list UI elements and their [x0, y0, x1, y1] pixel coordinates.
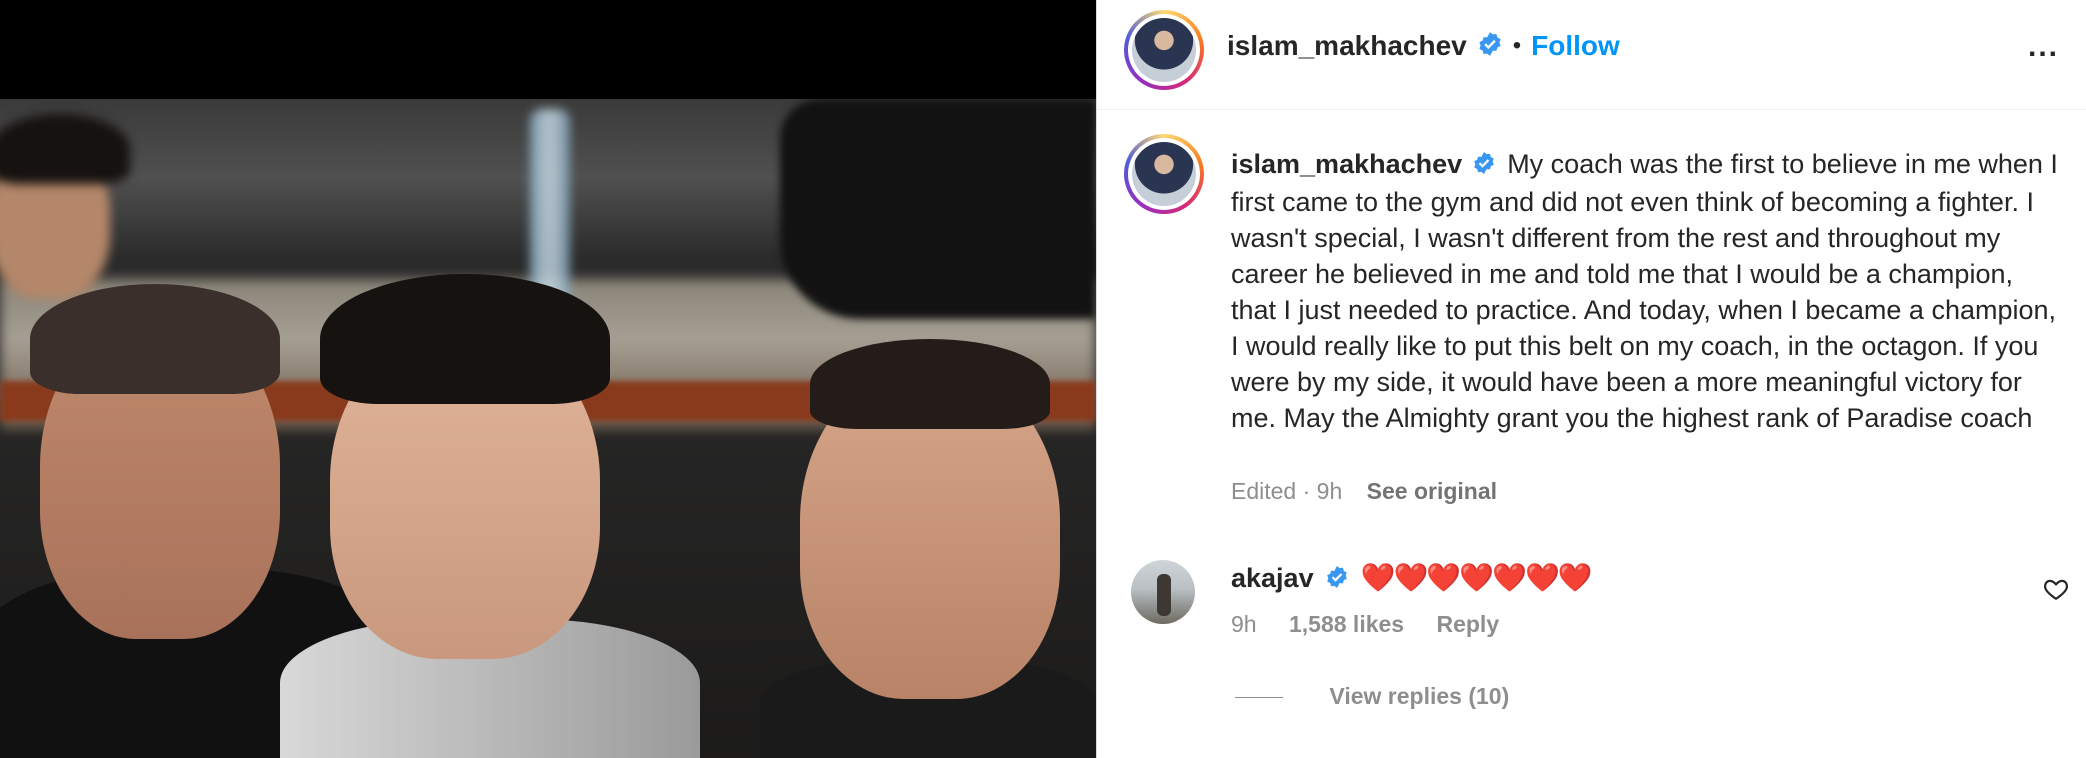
view-replies-button[interactable]: View replies (10) [1235, 683, 1509, 710]
comment-author-username[interactable]: akajav [1231, 563, 1314, 593]
header-separator: • [1512, 32, 1522, 59]
author-avatar[interactable] [1124, 10, 1204, 90]
comment-meta: 9h 1,588 likes Reply [1231, 611, 1525, 638]
verified-badge-icon [1472, 148, 1496, 184]
verified-badge-icon [1477, 31, 1503, 62]
author-username[interactable]: islam_makhachev [1227, 30, 1467, 62]
verified-badge-icon [1325, 562, 1349, 598]
view-replies-label: View replies (10) [1329, 683, 1510, 709]
caption-body: My coach was the first to believe in me … [1231, 149, 2058, 433]
comment-text-block: akajav ❤️❤️❤️❤️❤️❤️❤️ [1231, 560, 1593, 598]
person-2-hair [320, 274, 610, 404]
post-header: islam_makhachev • Follow ... [1097, 0, 2086, 110]
follow-button[interactable]: Follow [1531, 30, 1620, 62]
more-options-icon[interactable]: ... [2028, 30, 2059, 64]
caption-edited-time: Edited · 9h [1231, 478, 1343, 504]
background-person-hair [0, 114, 130, 184]
comment-item: akajav ❤️❤️❤️❤️❤️❤️❤️ 9h 1,588 likes Rep… [1097, 556, 2086, 666]
author-avatar-image [1132, 18, 1196, 82]
caption-text-block: islam_makhachev My coach was the first t… [1231, 146, 2061, 436]
comment-likes[interactable]: 1,588 likes [1289, 611, 1404, 637]
reply-button[interactable]: Reply [1436, 611, 1499, 637]
caption-author-username[interactable]: islam_makhachev [1231, 149, 1462, 179]
post-photo [0, 99, 1096, 758]
background-figure [780, 99, 1096, 319]
caption-meta: Edited · 9h See original [1231, 478, 1497, 505]
comment-body: ❤️❤️❤️❤️❤️❤️❤️ [1360, 562, 1593, 593]
person-1-hair [30, 284, 280, 394]
post-media[interactable] [0, 0, 1096, 758]
replies-divider [1235, 697, 1283, 699]
author-line: islam_makhachev • Follow [1227, 30, 1620, 62]
post-panel: islam_makhachev • Follow ... islam_makha… [1096, 0, 2086, 758]
comment-author-avatar[interactable] [1131, 560, 1195, 624]
comment-time: 9h [1231, 611, 1257, 637]
caption-author-avatar-image [1132, 142, 1196, 206]
caption-author-avatar[interactable] [1124, 134, 1204, 214]
heart-outline-icon[interactable] [2043, 576, 2069, 602]
person-3-hair [810, 339, 1050, 429]
see-original-button[interactable]: See original [1367, 478, 1497, 504]
